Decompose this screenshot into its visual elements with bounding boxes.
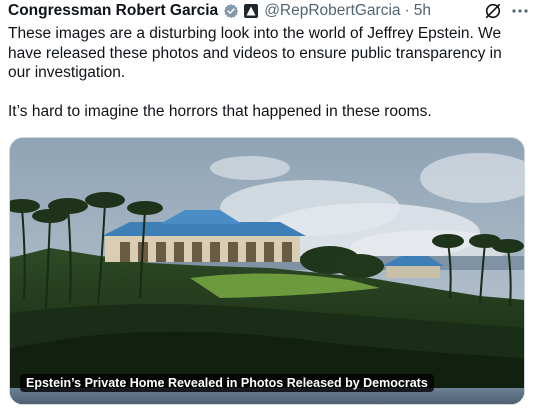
post-timestamp[interactable]: 5h — [414, 2, 431, 20]
author-handle[interactable]: @RepRobertGarcia — [264, 2, 400, 20]
more-options-icon[interactable] — [510, 1, 530, 21]
government-affiliate-icon[interactable] — [244, 4, 259, 18]
verified-badge-icon[interactable] — [223, 3, 239, 19]
grok-icon[interactable] — [484, 2, 502, 20]
header-separator: · — [404, 2, 410, 19]
tweet-paragraph-2: It’s hard to imagine the horrors that ha… — [8, 103, 432, 120]
tweet-paragraph-1: These images are a disturbing look into … — [8, 25, 502, 81]
island-mansion-photo — [10, 138, 524, 404]
media-caption: Epstein’s Private Home Revealed in Photo… — [20, 374, 434, 392]
author-display-name[interactable]: Congressman Robert Garcia — [8, 2, 218, 20]
tweet-header: Congressman Robert Garcia @RepRobertGarc… — [8, 0, 530, 22]
tweet-text: These images are a disturbing look into … — [8, 24, 528, 122]
media-image[interactable]: Epstein’s Private Home Revealed in Photo… — [9, 137, 525, 405]
